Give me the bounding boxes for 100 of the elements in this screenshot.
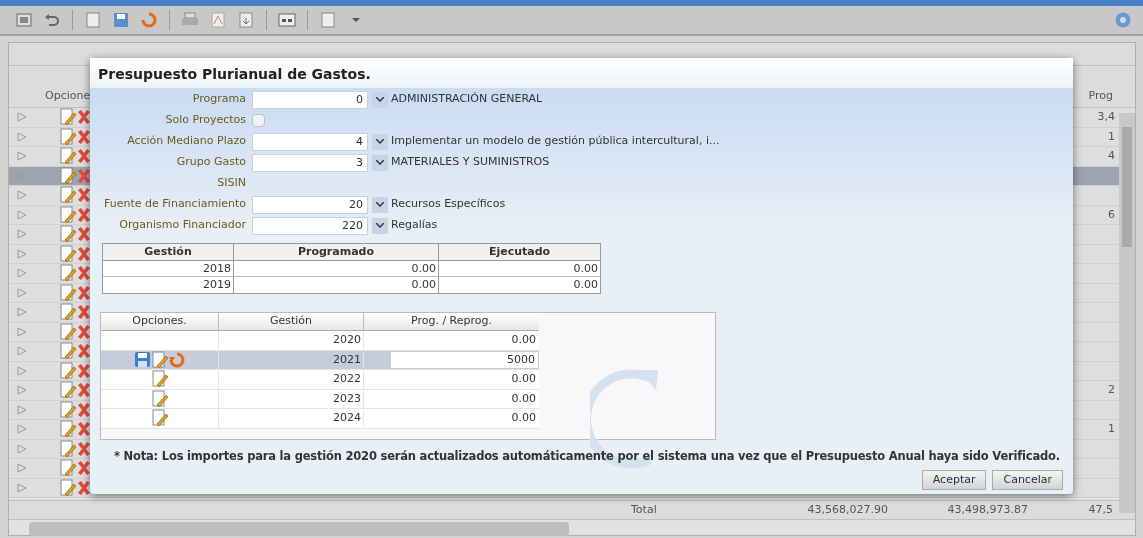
edit-icon[interactable] (150, 370, 169, 389)
delete-icon[interactable] (77, 421, 91, 438)
chevron-icon (376, 202, 384, 207)
edit-icon[interactable] (59, 283, 77, 302)
delete-icon[interactable] (77, 401, 91, 418)
delete-icon[interactable] (77, 128, 91, 145)
dialog-button[interactable]: Aceptar (921, 470, 987, 491)
edit-icon[interactable] (59, 205, 77, 224)
column-header: Ejecutado (487, 243, 552, 260)
table-cell-text: 2018 (202, 261, 232, 276)
undo-icon[interactable] (169, 351, 185, 368)
help-icon[interactable] (1115, 12, 1131, 28)
edit-icon[interactable] (59, 342, 77, 361)
expand-icon[interactable] (17, 209, 27, 220)
delete-icon[interactable] (77, 226, 91, 243)
expand-icon[interactable] (17, 287, 27, 298)
expand-icon[interactable] (17, 326, 27, 337)
dropdown-button[interactable] (372, 154, 388, 171)
expand-icon[interactable] (17, 229, 27, 240)
edit-icon[interactable] (59, 264, 77, 283)
table-row[interactable]: 2023 0.00 (101, 389, 539, 409)
edit-icon[interactable] (59, 420, 77, 439)
expand-icon[interactable] (17, 482, 27, 493)
save-icon[interactable] (134, 351, 151, 369)
delete-icon[interactable] (77, 362, 91, 379)
table-cell: 2024 (219, 410, 364, 427)
delete-icon[interactable] (77, 265, 91, 282)
delete-icon[interactable] (77, 440, 91, 457)
edit-icon[interactable] (151, 350, 169, 369)
expand-icon[interactable] (17, 190, 27, 201)
table-row[interactable]: 2022 0.00 (101, 370, 539, 390)
expand-icon[interactable] (17, 385, 27, 396)
dropdown-button[interactable] (372, 133, 388, 150)
delete-icon[interactable] (77, 284, 91, 301)
checkbox[interactable] (252, 114, 265, 127)
delete-icon[interactable] (77, 109, 91, 126)
table-row[interactable]: 2021 5000 (101, 350, 539, 370)
expand-icon[interactable] (17, 151, 27, 162)
dropdown-button[interactable] (372, 91, 388, 108)
table-row[interactable]: 2024 0.00 (101, 409, 539, 429)
code-field[interactable]: 220 (252, 216, 368, 235)
delete-icon[interactable] (77, 148, 91, 165)
table-cell-text: 2019 (202, 277, 232, 293)
delete-icon[interactable] (77, 382, 91, 399)
expand-icon[interactable] (17, 404, 27, 415)
edit-icon[interactable] (59, 322, 77, 341)
delete-icon[interactable] (77, 343, 91, 360)
table-cell: 6 (1108, 206, 1115, 223)
expand-icon[interactable] (17, 365, 27, 376)
expand-icon[interactable] (17, 112, 27, 123)
dialog-button[interactable]: Cancelar (992, 470, 1063, 491)
edit-icon[interactable] (59, 108, 77, 127)
total-cell-text: 43,498,973.87 (946, 501, 1028, 518)
expand-icon[interactable] (17, 131, 27, 142)
delete-icon[interactable] (77, 479, 91, 496)
expand-icon[interactable] (17, 346, 27, 357)
delete-icon[interactable] (77, 323, 91, 340)
edit-icon[interactable] (59, 459, 77, 478)
edit-icon[interactable] (59, 303, 77, 322)
dropdown-button[interactable] (372, 217, 388, 234)
expand-icon[interactable] (17, 424, 27, 435)
delete-icon[interactable] (77, 245, 91, 262)
code-field[interactable]: 3 (252, 153, 368, 172)
edit-icon[interactable] (59, 225, 77, 244)
total-cell-text: 47,5 (1087, 501, 1113, 518)
code-field[interactable]: 0 (252, 90, 368, 109)
delete-icon[interactable] (77, 167, 91, 184)
edit-icon[interactable] (59, 244, 77, 263)
table-row[interactable]: 2020 0.00 (101, 331, 539, 351)
expand-icon[interactable] (17, 268, 27, 279)
code-field[interactable]: 4 (252, 132, 368, 151)
column-header: Prog (1088, 87, 1113, 104)
table-cell: 1 (1108, 128, 1115, 145)
note-text: * Nota: Los importes para la gestión 2020 serán actualizados automáticamente por el sistema una vez que el Presupuesto Anual haya sido Verificado. (114, 448, 1061, 465)
delete-icon[interactable] (77, 304, 91, 321)
column-header: Opciones. (101, 313, 219, 330)
delete-icon[interactable] (77, 460, 91, 477)
delete-icon[interactable] (77, 206, 91, 223)
vertical-scrollbar[interactable] (1119, 113, 1135, 513)
horizontal-scrollbar[interactable] (29, 522, 569, 536)
edit-icon[interactable] (59, 400, 77, 419)
delete-icon[interactable] (77, 187, 91, 204)
edit-icon[interactable] (59, 166, 77, 185)
edit-icon[interactable] (59, 381, 77, 400)
edit-icon[interactable] (59, 478, 77, 497)
field-label: Organismo Financiador (118, 217, 247, 234)
edit-icon[interactable] (150, 389, 169, 408)
edit-icon[interactable] (59, 186, 77, 205)
edit-icon[interactable] (150, 409, 169, 428)
expand-icon[interactable] (17, 248, 27, 259)
expand-icon[interactable] (17, 443, 27, 454)
edit-icon[interactable] (59, 127, 77, 146)
table-cell-text: 3,4 (1097, 109, 1115, 125)
expand-icon[interactable] (17, 307, 27, 318)
expand-icon[interactable] (17, 463, 27, 474)
edit-icon[interactable] (59, 439, 77, 458)
edit-icon[interactable] (59, 361, 77, 380)
code-field[interactable]: 20 (252, 195, 368, 214)
dropdown-button[interactable] (372, 196, 388, 213)
edit-icon[interactable] (59, 147, 77, 166)
